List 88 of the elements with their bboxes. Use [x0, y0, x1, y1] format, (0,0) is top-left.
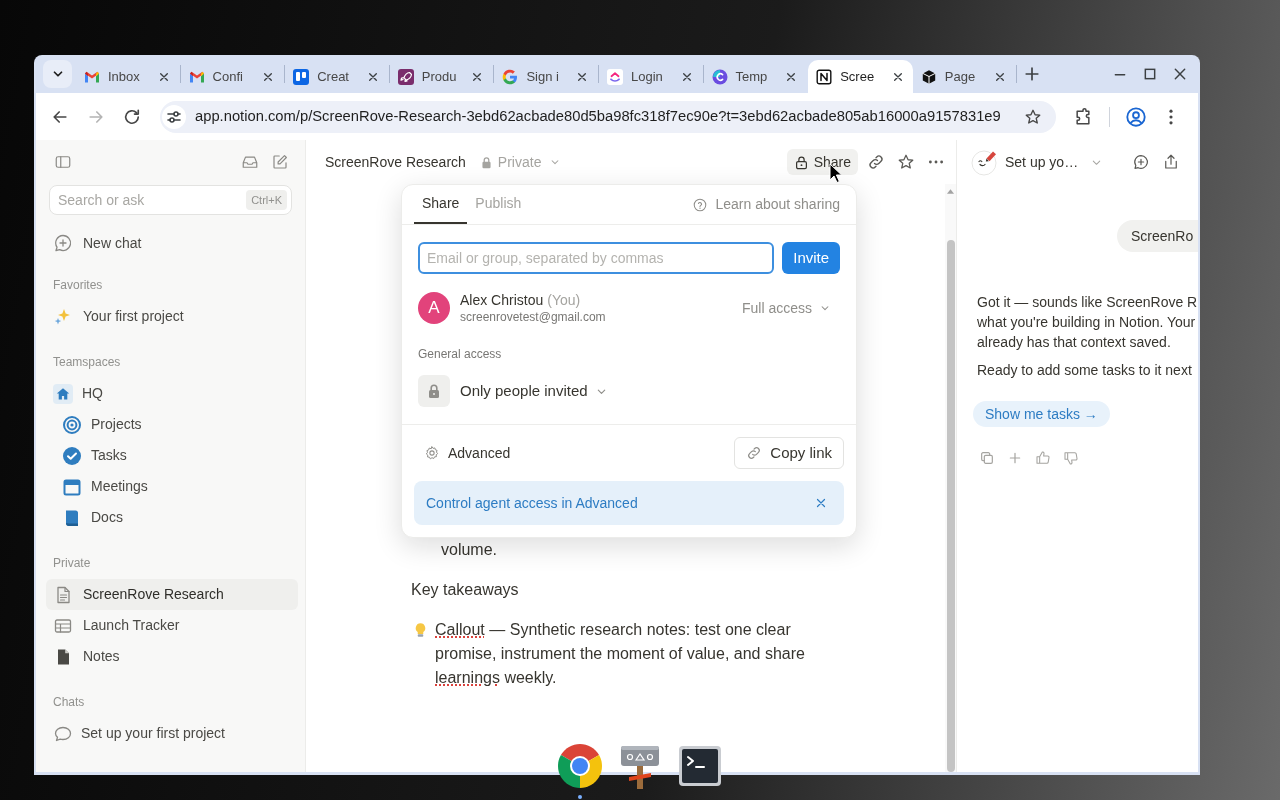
- house-icon: [53, 383, 73, 404]
- sidebar-item[interactable]: Notes: [46, 641, 298, 672]
- compose-icon[interactable]: [271, 153, 289, 171]
- close-icon[interactable]: [1172, 66, 1188, 82]
- browser-icon[interactable]: [556, 742, 604, 790]
- browser-tab[interactable]: Confi: [180, 60, 286, 93]
- rocket-icon: [397, 68, 414, 85]
- callout-text: Callout — Synthetic research notes: test one clear promise, instrument the moment of value, and share learnings weekly.: [435, 620, 806, 688]
- lightbulb-icon: [414, 622, 427, 638]
- sidebar-item[interactable]: HQ: [46, 378, 298, 409]
- new-chat-icon[interactable]: [1132, 153, 1150, 171]
- c-circle-icon: [711, 68, 728, 85]
- assistant-message: Got it — sounds like ScreenRove R what you're building in Notion. Your already has that context saved.: [977, 293, 1198, 352]
- advanced-button[interactable]: Advanced: [424, 442, 511, 464]
- chat-switcher[interactable]: Set up yo…: [1005, 151, 1103, 173]
- section-label: General access: [418, 346, 502, 363]
- invite-button[interactable]: Invite: [782, 242, 840, 274]
- lock-icon: [793, 154, 809, 170]
- maximize-icon[interactable]: [1142, 66, 1158, 82]
- section-label: Teamspaces: [52, 354, 121, 371]
- sidebar-item[interactable]: Launch Tracker: [46, 610, 298, 641]
- sidebar-item[interactable]: Set up your first project: [46, 718, 298, 749]
- member-email: screenrovetest@gmail.com: [460, 309, 606, 325]
- section-label: Chats: [52, 694, 85, 711]
- profile-icon[interactable]: [1125, 105, 1147, 128]
- chat-plus-icon: [53, 233, 73, 253]
- puzzle-icon[interactable]: [1073, 106, 1093, 127]
- access-level-dropdown[interactable]: Only people invited: [460, 379, 607, 403]
- cube-icon: [920, 68, 937, 85]
- bookmark-star-icon[interactable]: [1024, 107, 1042, 126]
- browser-tab[interactable]: Creat: [285, 60, 390, 93]
- share-button[interactable]: Share: [786, 149, 858, 175]
- member-name: Alex Christou: [460, 291, 544, 309]
- terminal-icon[interactable]: [678, 745, 722, 787]
- page-title[interactable]: ScreenRove Research: [325, 151, 466, 173]
- browser-tab[interactable]: Inbox: [76, 60, 181, 93]
- browser-tab[interactable]: Scree: [808, 60, 913, 93]
- sidebar-toggle-icon[interactable]: [54, 153, 72, 171]
- caret-icon: [820, 303, 830, 313]
- assistant-message: Ready to add some tasks to it next: [977, 361, 1192, 380]
- share-icon[interactable]: [1162, 153, 1180, 171]
- link-icon: [746, 445, 763, 461]
- lock-icon: [479, 155, 493, 169]
- thumbs-down-icon[interactable]: [1063, 450, 1079, 466]
- address-bar[interactable]: app.notion.com/p/ScreenRove-Research-3ebd62acbade80d5ba98fc318f7ec90e?t=3ebd62acbade805ab16000a9157831e9: [160, 100, 1056, 133]
- inbox-icon[interactable]: [241, 153, 259, 171]
- caret-icon: [550, 157, 561, 167]
- copy-link-button[interactable]: Copy link: [734, 437, 844, 469]
- signpost-icon[interactable]: [620, 745, 660, 790]
- colored-g-icon: [502, 68, 519, 85]
- scrollbar-thumb[interactable]: [947, 240, 955, 772]
- smiley-pencil-icon: [971, 148, 998, 176]
- help-icon: [693, 197, 708, 212]
- section-label: Private: [52, 555, 91, 572]
- sliders-icon[interactable]: [162, 104, 186, 129]
- avatar: A: [418, 292, 450, 324]
- star-icon[interactable]: [897, 153, 915, 171]
- chevron-logo-icon: [606, 68, 623, 85]
- checkmark-circle-icon: [62, 445, 82, 466]
- sidebar-item[interactable]: ScreenRove Research: [46, 579, 298, 610]
- board-icon: [293, 68, 310, 85]
- thumbs-up-icon[interactable]: [1035, 450, 1051, 466]
- browser-tab[interactable]: Produ: [389, 60, 495, 93]
- browser-tab[interactable]: Login: [598, 60, 704, 93]
- lock-icon: [418, 375, 450, 407]
- suggestion-button[interactable]: Show me tasks →: [973, 401, 1110, 427]
- new-chat-item[interactable]: New chat: [46, 228, 298, 258]
- list-item-text: volume.: [441, 540, 498, 560]
- shortcut-hint: Ctrl+K: [246, 190, 287, 210]
- n-logo-icon: [816, 68, 833, 85]
- sidebar-item[interactable]: Meetings: [46, 471, 298, 502]
- paragraph-text: Key takeaways: [411, 580, 519, 600]
- link-icon[interactable]: [867, 153, 885, 171]
- browser-tab[interactable]: Page: [912, 60, 1018, 93]
- browser-tab[interactable]: Temp: [703, 60, 809, 93]
- sidebar-item[interactable]: Docs: [46, 502, 298, 533]
- member-note: (You): [547, 291, 581, 309]
- sidebar-item[interactable]: Tasks: [46, 440, 298, 471]
- gear-icon: [424, 445, 440, 461]
- target-icon: [62, 414, 82, 435]
- sidebar-item[interactable]: Your first project: [46, 301, 298, 332]
- banner-message[interactable]: Control agent access in Advanced: [426, 492, 638, 514]
- popover-tab[interactable]: Share: [414, 185, 468, 224]
- user-message: ScreenRo: [1117, 220, 1198, 252]
- email-input[interactable]: Email or group, separated by commas: [418, 242, 775, 274]
- browser-tab[interactable]: Sign i: [494, 60, 599, 93]
- section-label: Favorites: [52, 277, 103, 294]
- sidebar-item[interactable]: Projects: [46, 409, 298, 440]
